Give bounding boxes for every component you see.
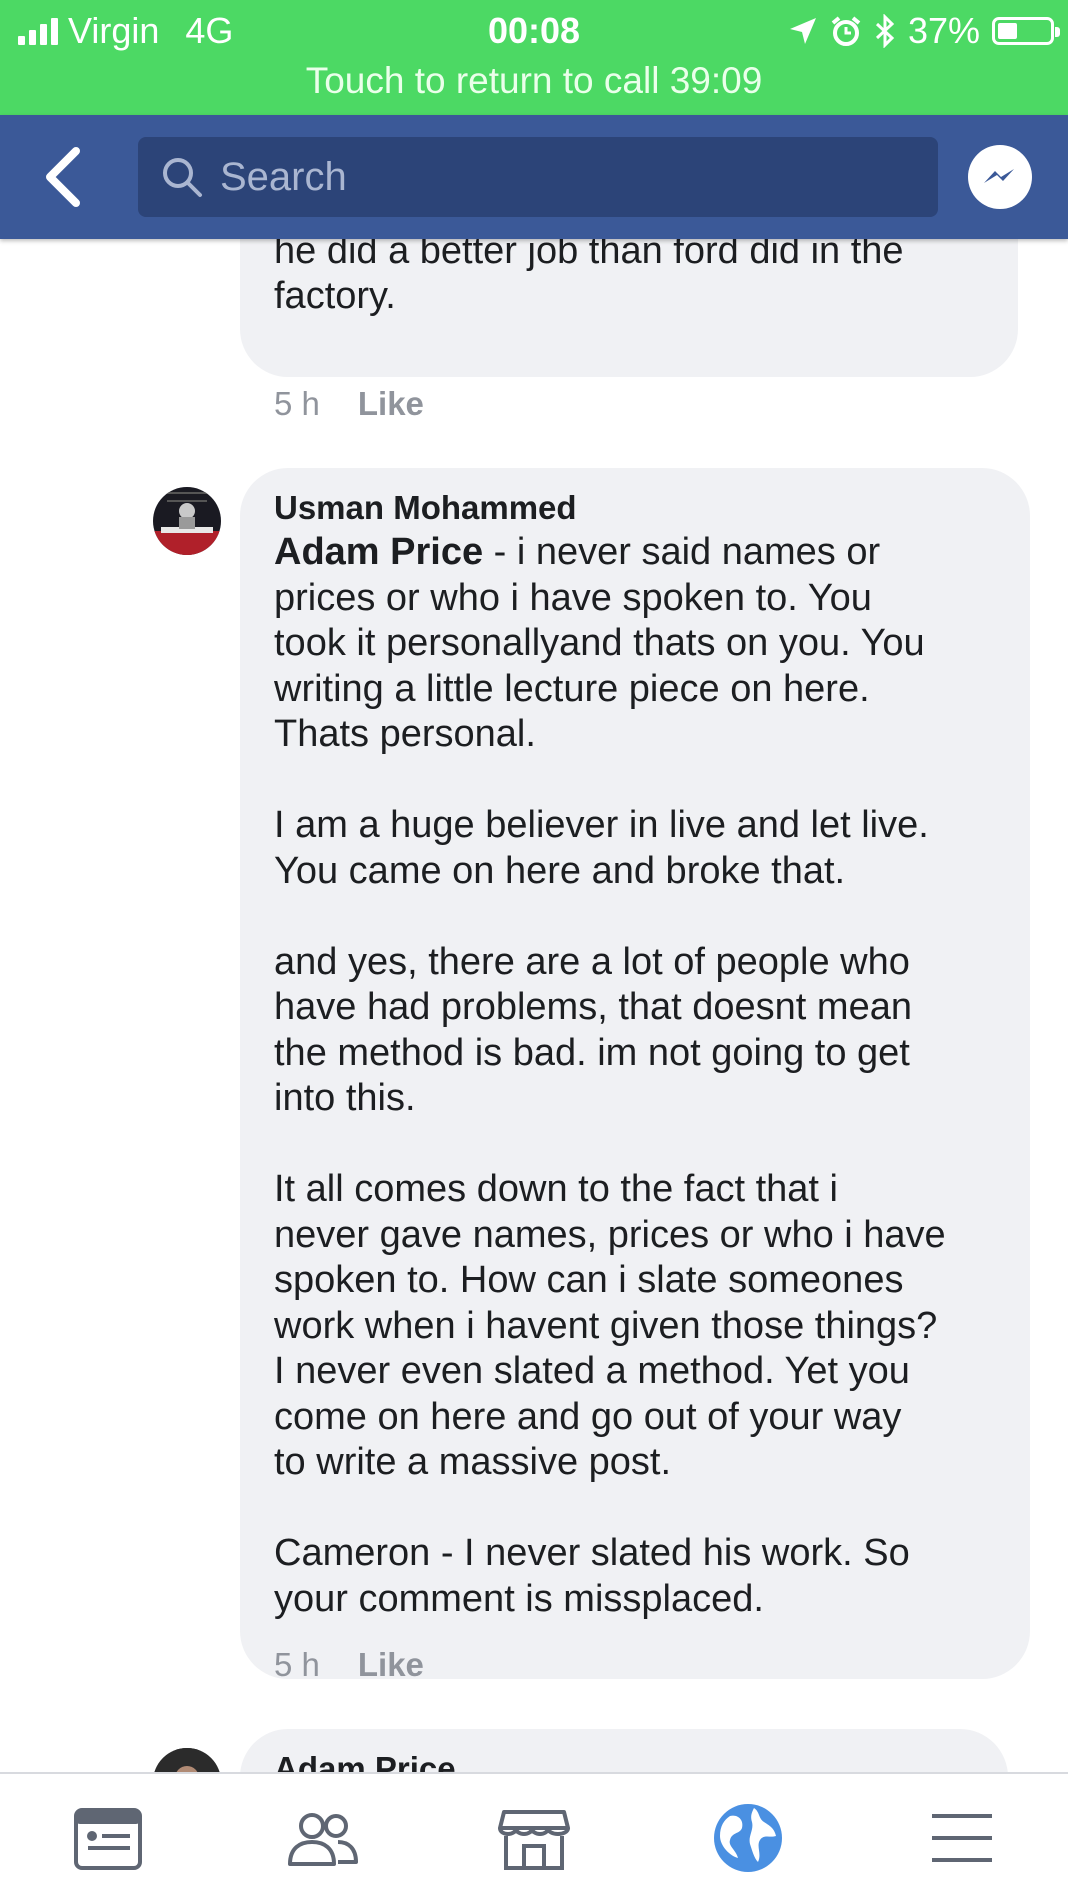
user-photo-icon	[153, 487, 221, 555]
menu-icon[interactable]	[922, 1798, 1002, 1878]
messenger-button[interactable]	[968, 145, 1032, 209]
battery-level	[998, 23, 1017, 39]
friends-icon[interactable]	[282, 1798, 362, 1878]
back-chevron-icon[interactable]	[36, 143, 96, 211]
comment-timestamp: 5 h	[274, 1646, 320, 1683]
marketplace-icon[interactable]	[494, 1798, 574, 1878]
location-arrow-icon	[789, 18, 816, 44]
mention-link[interactable]: Adam Price	[274, 531, 483, 573]
battery-percent: 37%	[907, 10, 980, 51]
search-bar[interactable]	[138, 137, 938, 217]
avatar[interactable]	[153, 487, 221, 555]
comment-body: - i never said names or prices or who i …	[274, 531, 946, 1620]
comment-author[interactable]: Adam Price	[274, 1749, 974, 1772]
comment-meta: 5 h Like	[274, 1646, 424, 1684]
comment-text: Adam completely sorted it out. I think h…	[274, 239, 904, 317]
messenger-icon	[984, 169, 1014, 183]
like-link[interactable]: Like	[358, 1646, 424, 1684]
bottom-tab-bar	[0, 1772, 1068, 1900]
alarm-icon	[831, 16, 861, 46]
return-to-call-banner[interactable]: Touch to return to call 39:09	[0, 60, 1068, 102]
bluetooth-icon	[875, 14, 895, 48]
notifications-globe-icon[interactable]	[708, 1798, 788, 1878]
comment-author[interactable]: Usman Mohammed	[274, 488, 996, 528]
status-bar: Virgin 4G 00:08 37% Touch to return to c…	[0, 0, 1068, 115]
top-nav-bar	[0, 115, 1068, 239]
user-photo-icon	[153, 1748, 221, 1772]
comment-bubble: Adam completely sorted it out. I think h…	[240, 239, 1018, 377]
battery-icon	[992, 17, 1060, 45]
search-icon	[163, 158, 202, 197]
comment-bubble: Adam Price	[240, 1729, 1008, 1772]
avatar[interactable]	[153, 1748, 221, 1772]
comment-bubble: Usman Mohammed Adam Price - i never said…	[240, 468, 1030, 1679]
status-right: 37%	[788, 10, 1060, 52]
comment-timestamp: 5 h	[274, 385, 320, 422]
comment-text: Adam Price - i never said names or price…	[274, 530, 996, 1622]
comments-thread: Adam completely sorted it out. I think h…	[0, 239, 1068, 1772]
comment-meta: 5 h Like	[274, 385, 424, 423]
news-feed-icon[interactable]	[68, 1798, 148, 1878]
like-link[interactable]: Like	[358, 385, 424, 423]
search-input[interactable]	[218, 153, 902, 201]
